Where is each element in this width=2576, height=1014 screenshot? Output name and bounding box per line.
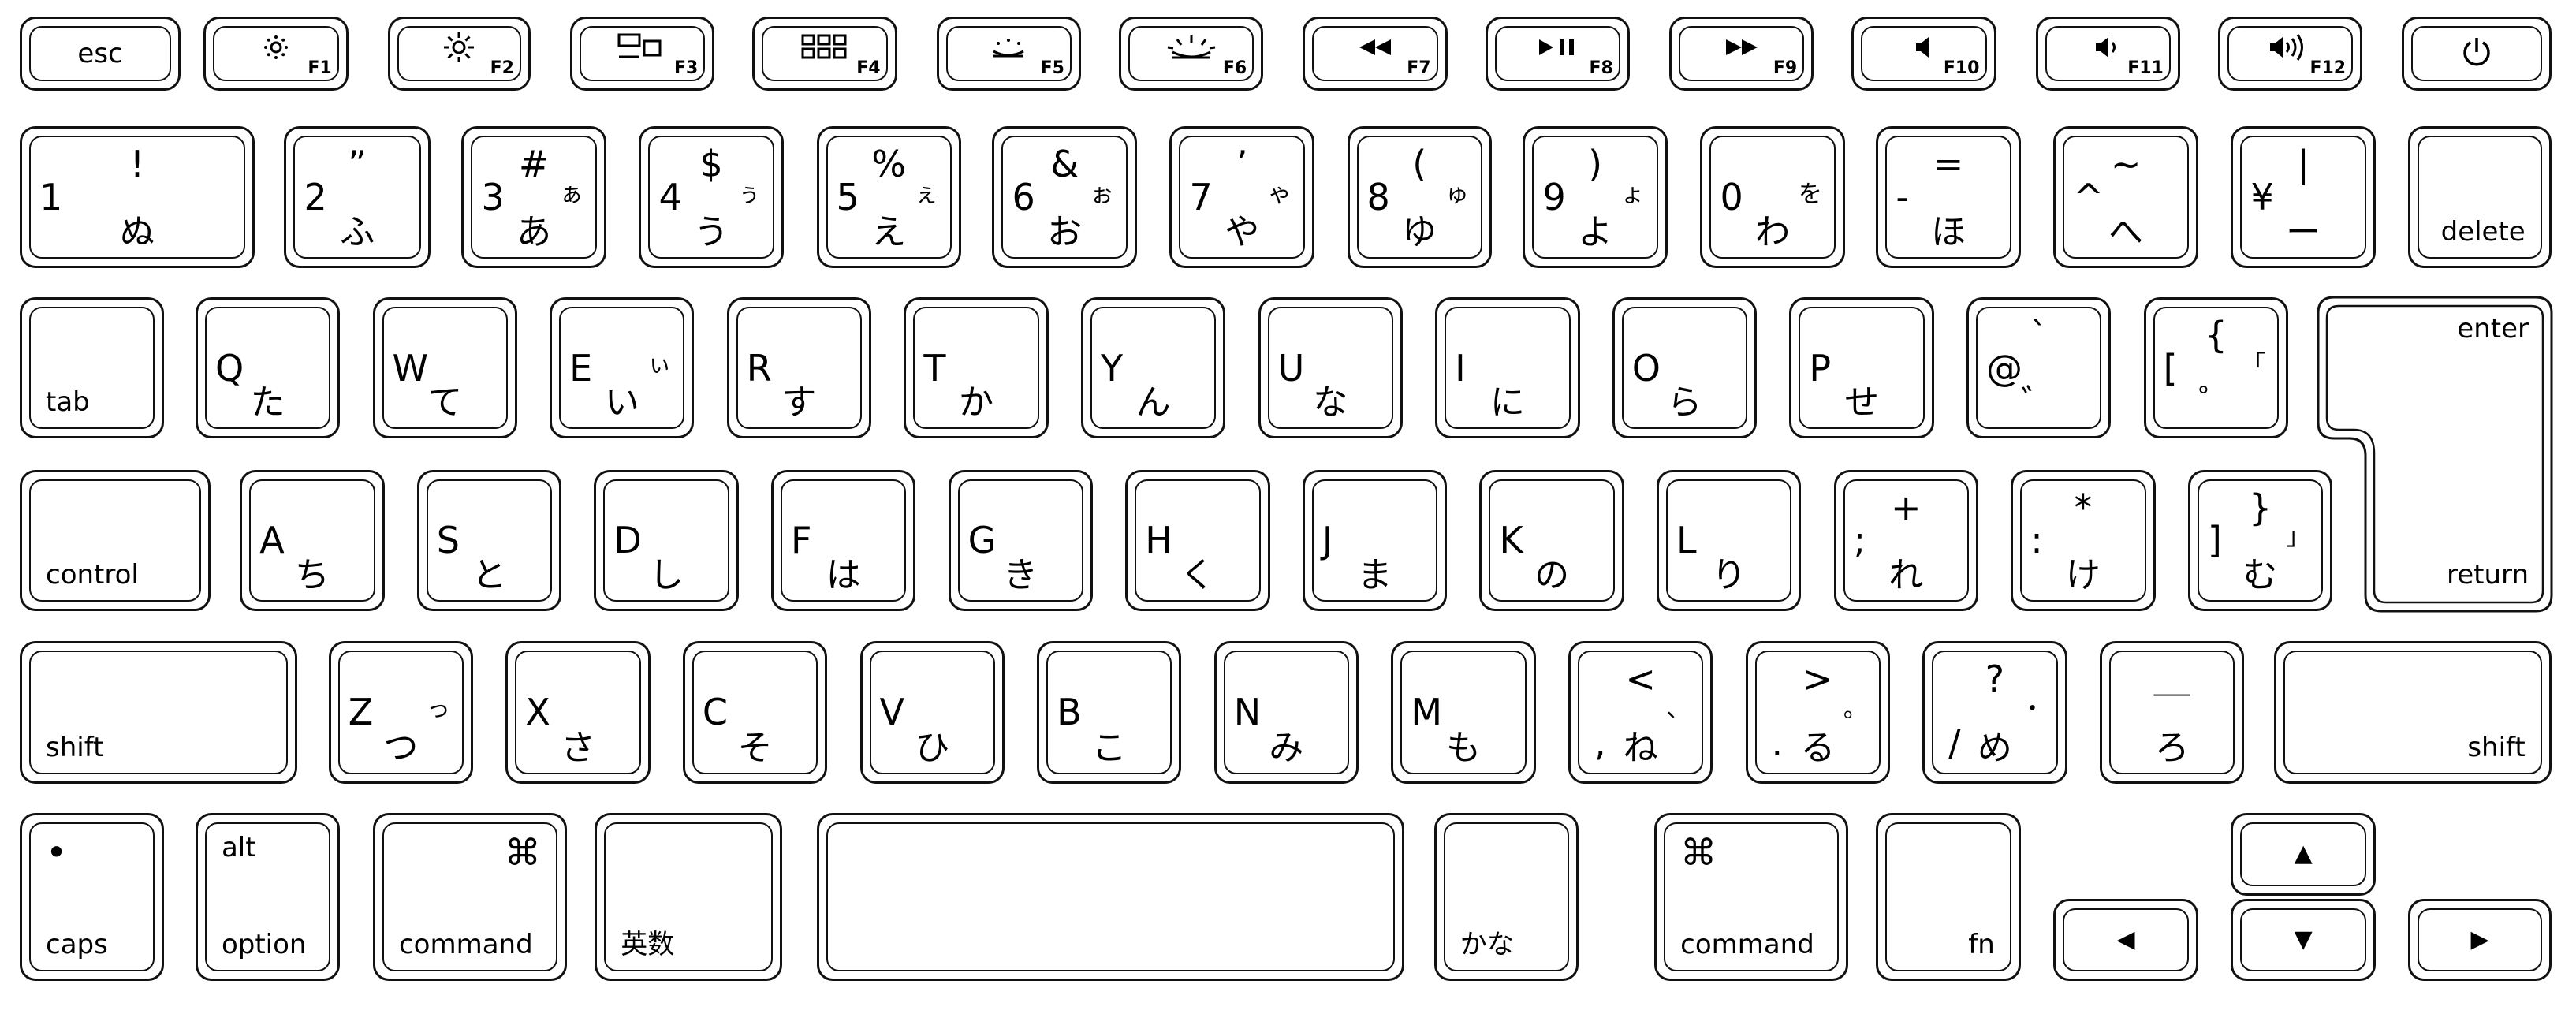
return-label: return [2447,559,2529,591]
enter-label: enter [2457,313,2529,345]
keyboard: esc F1 F2 F3 F4 F5 F6 F7 F8 F9 F10 F11 F12! 1 ぬ” 2 ふ #3 あぁ… [0,0,2576,1014]
enter-return-key[interactable] [0,0,2576,1014]
